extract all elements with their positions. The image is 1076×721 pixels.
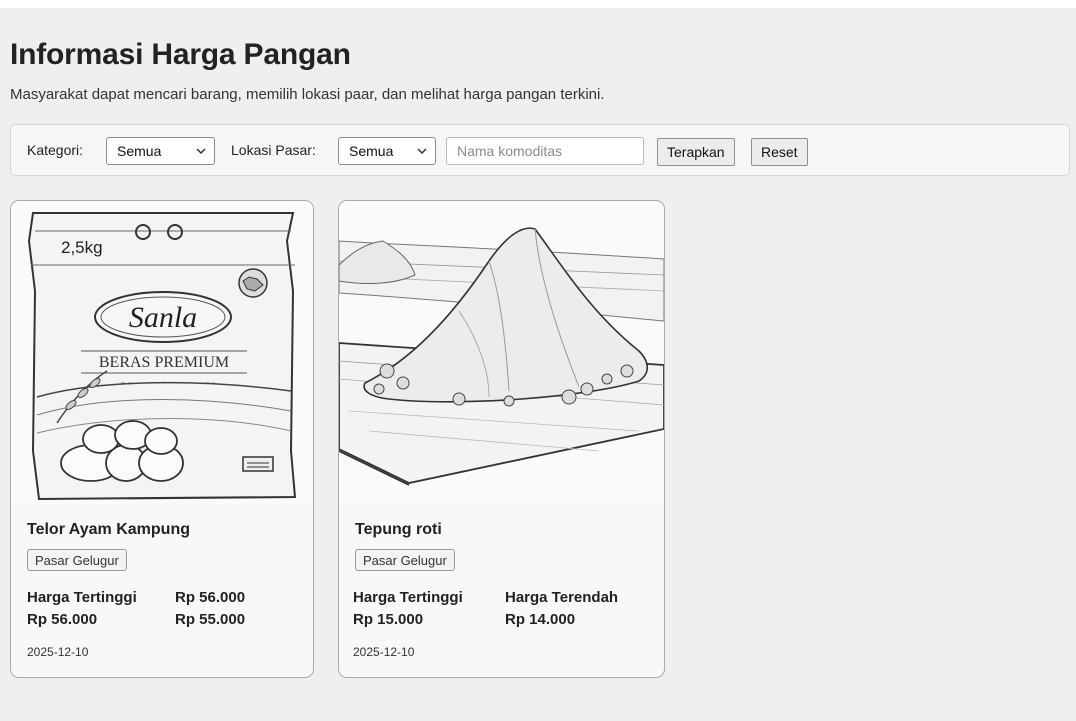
chevron-down-icon <box>417 148 427 155</box>
product-date: 2025-12-10 <box>353 645 415 659</box>
page-subtitle: Masyarakat dapat mencari barang, memilih… <box>10 86 605 103</box>
price-label-left: Harga Tertinggi <box>353 589 463 606</box>
chevron-down-icon <box>196 148 206 155</box>
product-name: Tepung roti <box>355 521 442 538</box>
flour-pile-image <box>339 201 664 505</box>
price-value-right: Rp 14.000 <box>505 611 576 628</box>
commodity-search-input[interactable] <box>446 137 644 165</box>
market-select[interactable]: Semua <box>338 137 436 165</box>
market-badge: Pasar Gelugur <box>355 549 455 571</box>
market-select-value: Semua <box>349 143 394 159</box>
price-value-left: Rp 15.000 <box>353 611 424 628</box>
market-badge: Pasar Gelugur <box>27 549 127 571</box>
price-label-left: Harga Tertinggi <box>27 589 137 606</box>
page-title: Informasi Harga Pangan <box>10 38 351 71</box>
market-label: Lokasi Pasar: <box>231 142 316 158</box>
price-value-left: Rp 56.000 <box>27 611 98 628</box>
product-card[interactable]: 2,5kg Sanla BERAS PREMIUM Telor Ayam Kam… <box>10 200 314 678</box>
rice-weight-label: 2,5kg <box>61 238 103 257</box>
product-date: 2025-12-10 <box>27 645 89 659</box>
category-label: Kategori: <box>27 142 84 158</box>
apply-button[interactable]: Terapkan <box>657 138 735 166</box>
product-name: Telor Ayam Kampung <box>27 521 190 538</box>
rice-brand-label: Sanla <box>129 301 197 334</box>
product-card[interactable]: Tepung roti Pasar Gelugur Harga Tertingg… <box>338 200 665 678</box>
price-value-right: Rp 55.000 <box>175 611 246 628</box>
price-value-right: Rp 56.000 <box>175 589 246 606</box>
reset-button[interactable]: Reset <box>751 138 808 166</box>
price-label-right: Harga Terendah <box>505 589 619 606</box>
category-select[interactable]: Semua <box>106 137 215 165</box>
rice-bag-image: 2,5kg Sanla BERAS PREMIUM <box>11 201 313 505</box>
filter-bar: Kategori: Semua Lokasi Pasar: Semua Tera… <box>10 124 1070 176</box>
rice-variant-label: BERAS PREMIUM <box>99 354 229 371</box>
page-top-strip <box>0 0 1076 8</box>
category-select-value: Semua <box>117 143 162 159</box>
